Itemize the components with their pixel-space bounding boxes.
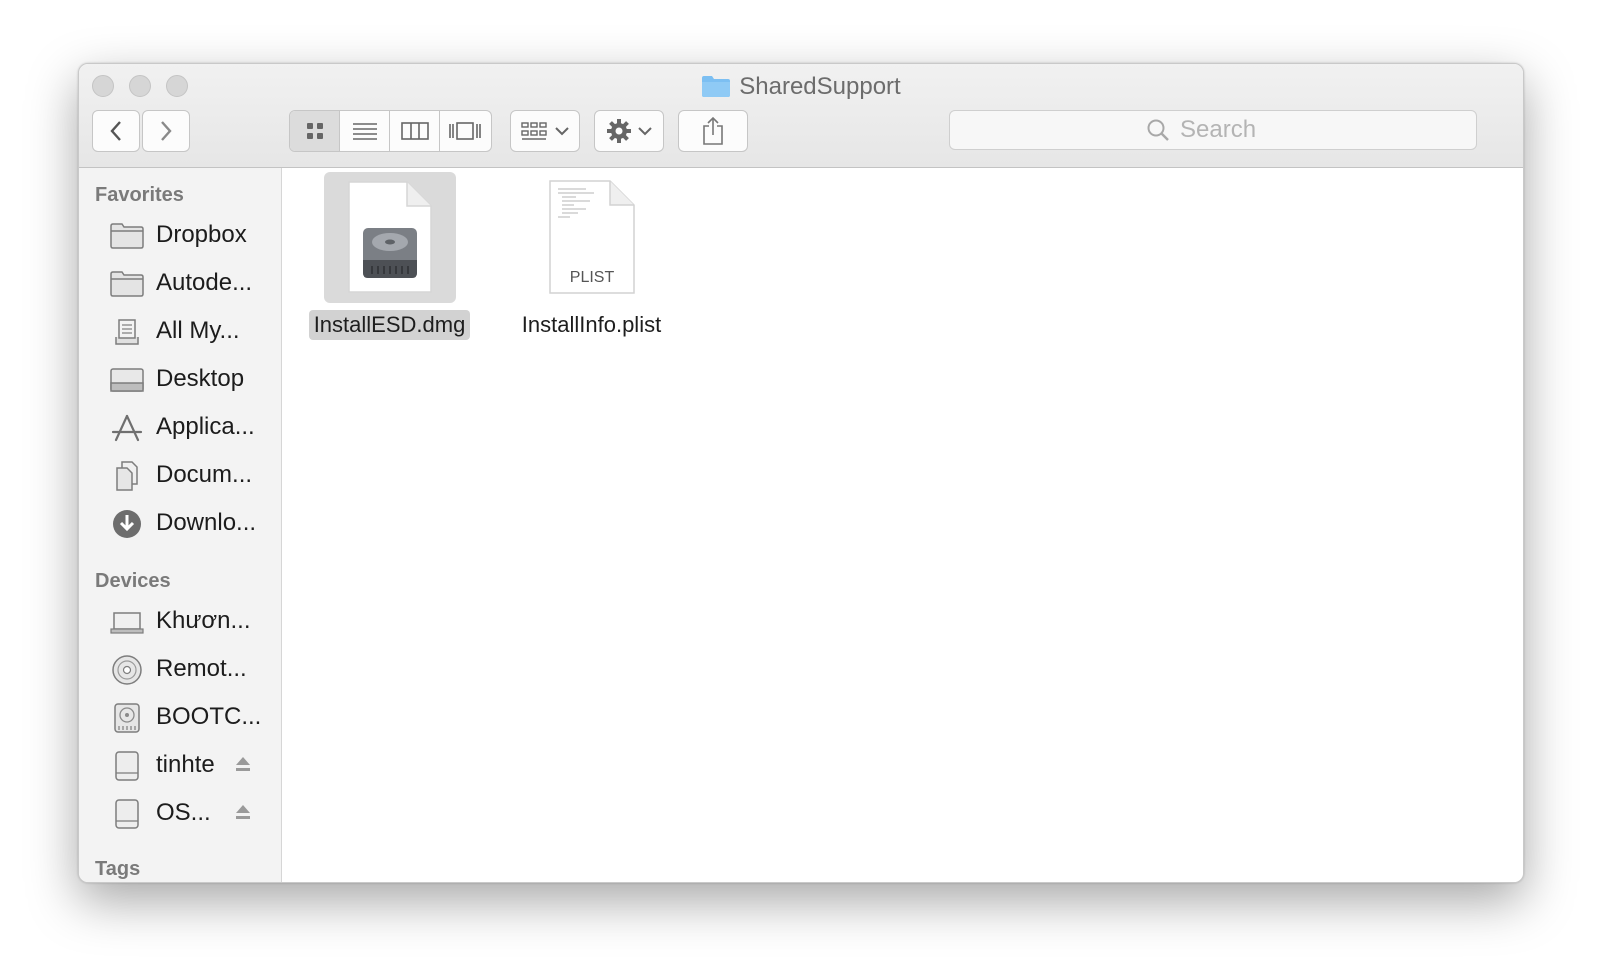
window-title: SharedSupport xyxy=(79,73,1523,105)
plist-document-icon: PLIST xyxy=(526,172,658,303)
remote-disc-icon xyxy=(109,655,145,685)
all-my-files-icon xyxy=(109,317,145,347)
action-button[interactable] xyxy=(594,110,664,152)
chevron-right-icon xyxy=(161,121,172,141)
laptop-icon xyxy=(109,607,145,637)
documents-icon xyxy=(109,461,145,491)
sidebar: Favorites Dropbox Autode... All My... De… xyxy=(79,168,282,882)
chevron-down-icon xyxy=(555,127,569,136)
downloads-icon xyxy=(109,509,145,539)
sidebar-item-bootcamp[interactable]: BOOTC... xyxy=(79,695,281,739)
list-view-icon xyxy=(352,123,377,140)
sidebar-item-label: Khươn... xyxy=(156,607,251,634)
tags-header: Tags xyxy=(95,858,141,880)
folder-icon xyxy=(701,74,731,105)
sidebar-item-label: BOOTC... xyxy=(156,703,262,730)
icon-view-button[interactable] xyxy=(290,111,340,151)
search-input[interactable] xyxy=(1180,116,1280,144)
sidebar-item-all-my-files[interactable]: All My... xyxy=(79,309,281,353)
file-browser: InstallESD.dmg PLIST InstallInfo.plist xyxy=(282,168,1523,882)
gear-icon xyxy=(606,119,631,143)
file-name: InstallESD.dmg xyxy=(308,310,471,340)
chevron-left-icon xyxy=(110,121,121,141)
arrange-grid-icon xyxy=(521,122,547,140)
sidebar-item-dropbox[interactable]: Dropbox xyxy=(79,213,281,257)
arrange-button[interactable] xyxy=(510,110,580,152)
sidebar-item-downloads[interactable]: Downlo... xyxy=(79,501,281,545)
forward-button[interactable] xyxy=(142,110,190,152)
sidebar-item-tinhte[interactable]: tinhte xyxy=(79,743,281,787)
plist-badge: PLIST xyxy=(569,269,614,286)
eject-icon[interactable] xyxy=(234,755,252,778)
folder-icon xyxy=(109,221,145,251)
search-icon xyxy=(1147,119,1169,141)
sidebar-item-label: All My... xyxy=(156,317,240,344)
finder-window: SharedSupport Search Favorites Dropbox A… xyxy=(78,63,1524,883)
cover-flow-view-button[interactable] xyxy=(440,111,490,151)
icon-view-icon xyxy=(306,123,323,139)
applications-icon xyxy=(109,413,145,443)
sidebar-item-autodesk[interactable]: Autode... xyxy=(79,261,281,305)
back-button[interactable] xyxy=(92,110,140,152)
sidebar-item-applications[interactable]: Applica... xyxy=(79,405,281,449)
view-mode-control xyxy=(289,110,492,152)
sidebar-item-laptop[interactable]: Khươn... xyxy=(79,599,281,643)
favorites-header: Favorites xyxy=(95,184,184,206)
folder-icon xyxy=(109,269,145,299)
internal-disk-icon xyxy=(109,703,145,733)
sidebar-item-label: Applica... xyxy=(156,413,255,440)
share-button[interactable] xyxy=(678,110,748,152)
file-item-installinfo[interactable]: PLIST InstallInfo.plist xyxy=(504,172,679,340)
column-view-icon xyxy=(400,122,429,140)
sidebar-item-os-installer[interactable]: OS... xyxy=(79,791,281,835)
column-view-button[interactable] xyxy=(390,111,440,151)
devices-header: Devices xyxy=(95,570,171,592)
desktop-icon xyxy=(109,365,145,395)
disk-image-icon xyxy=(323,172,456,303)
title-bar: SharedSupport xyxy=(79,64,1523,168)
external-drive-icon xyxy=(109,799,145,829)
cover-flow-icon xyxy=(449,122,481,140)
chevron-down-icon xyxy=(637,127,652,136)
list-view-button[interactable] xyxy=(340,111,390,151)
external-drive-icon xyxy=(109,751,145,781)
sidebar-item-remote-disc[interactable]: Remot... xyxy=(79,647,281,691)
eject-icon[interactable] xyxy=(234,803,252,826)
search-field[interactable] xyxy=(949,110,1477,150)
sidebar-item-label: OS... xyxy=(156,799,211,826)
window-title-text: SharedSupport xyxy=(739,73,901,100)
sidebar-item-label: Downlo... xyxy=(156,509,257,536)
share-icon xyxy=(703,116,723,145)
file-name: InstallInfo.plist xyxy=(521,312,662,337)
file-item-installesd[interactable]: InstallESD.dmg xyxy=(302,172,477,340)
sidebar-item-label: Desktop xyxy=(156,365,245,392)
sidebar-item-label: Docum... xyxy=(156,461,253,488)
sidebar-item-label: Autode... xyxy=(156,269,253,296)
sidebar-item-label: tinhte xyxy=(156,751,215,778)
sidebar-item-desktop[interactable]: Desktop xyxy=(79,357,281,401)
sidebar-item-documents[interactable]: Docum... xyxy=(79,453,281,497)
sidebar-item-label: Remot... xyxy=(156,655,247,682)
sidebar-item-label: Dropbox xyxy=(156,221,247,248)
